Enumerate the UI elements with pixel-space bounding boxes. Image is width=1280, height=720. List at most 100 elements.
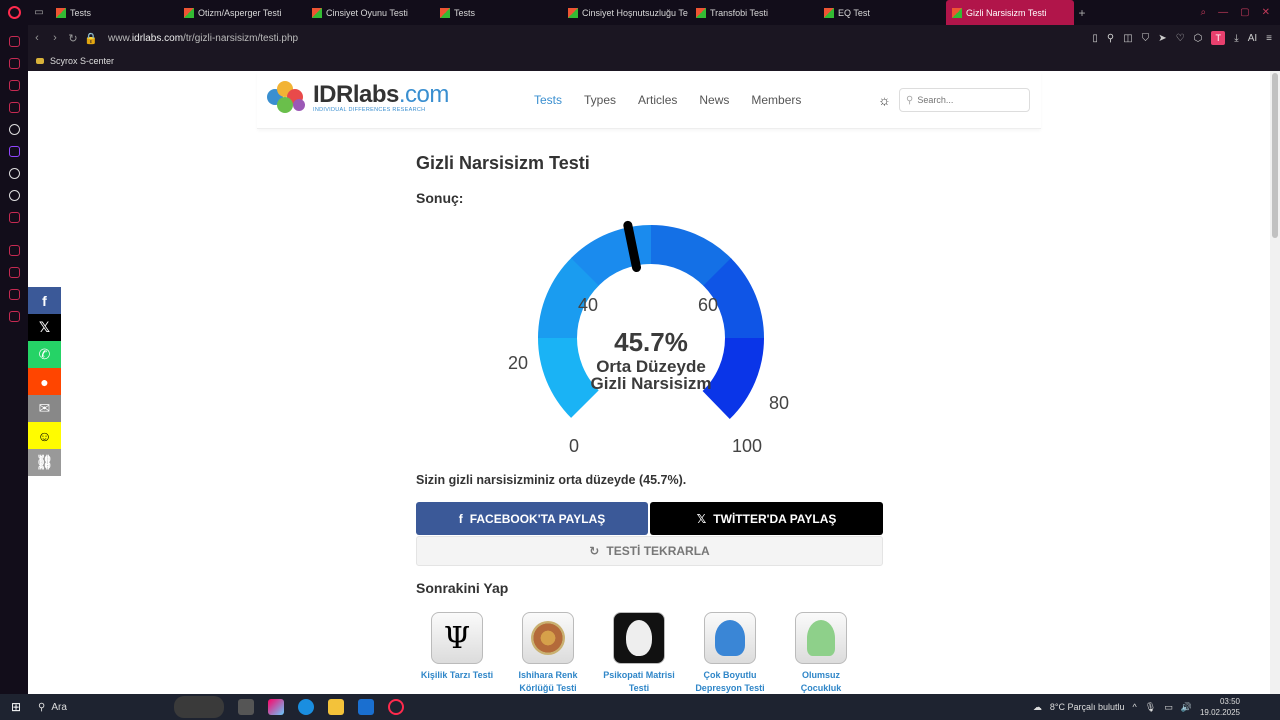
twitch-icon[interactable] [8, 146, 20, 157]
browser-tab[interactable]: Tests [50, 0, 178, 25]
edge-icon[interactable] [298, 699, 314, 715]
task-view-icon[interactable] [238, 699, 254, 715]
logo-wordmark: IDRlabs.com [313, 83, 449, 107]
theme-toggle-sun-icon[interactable]: ☼ [878, 93, 892, 107]
back-icon[interactable]: ‹ [28, 32, 46, 44]
file-explorer-icon[interactable] [328, 699, 344, 715]
search-tabs-icon[interactable]: ⌕ [1201, 7, 1207, 18]
next-test-card[interactable]: Çok Boyutlu Depresyon Testi [689, 612, 771, 694]
url-field[interactable]: www.idrlabs.com/tr/gizli-narsisizm/testi… [108, 33, 298, 44]
next-test-label: Testi [628, 683, 650, 693]
volume-icon[interactable]: 🔊 [1181, 702, 1192, 713]
send-icon[interactable]: ➤ [1158, 33, 1166, 44]
nav-tests[interactable]: Tests [534, 93, 562, 107]
chatgpt-icon[interactable] [8, 124, 20, 135]
snapchat-share-icon[interactable]: ☺ [28, 422, 61, 449]
tray-chevron-icon[interactable]: ^ [1133, 702, 1137, 712]
tab-label: Cinsiyet Hoşnutsuzluğu Te [582, 7, 688, 18]
clock-icon[interactable] [8, 267, 20, 278]
bookmark-item[interactable]: Scyrox S-center [50, 56, 114, 66]
x-share-icon[interactable]: 𝕏 [28, 314, 61, 341]
browser-tab[interactable]: Otizm/Asperger Testi [178, 0, 306, 25]
youtube-icon[interactable] [8, 212, 20, 223]
profile-avatar[interactable]: T [1211, 31, 1226, 45]
next-test-card[interactable]: Ishihara Renk Körlüğü Testi [507, 612, 589, 694]
messenger-icon[interactable] [8, 80, 20, 91]
forward-icon[interactable]: › [46, 32, 64, 44]
share-facebook-button[interactable]: f FACEBOOK'TA PAYLAŞ [416, 502, 648, 535]
aria-icon[interactable] [8, 36, 20, 47]
next-test-card[interactable]: Psikopati Matrisi Testi [598, 612, 680, 694]
browser-tab[interactable]: Transfobi Testi [690, 0, 818, 25]
copilot-icon[interactable] [268, 699, 284, 715]
extensions-icon[interactable]: ⬡ [1194, 33, 1203, 44]
opera-taskbar-icon[interactable] [388, 699, 404, 715]
browser-tab[interactable]: Cinsiyet Hoşnutsuzluğu Te [562, 0, 690, 25]
x-icon[interactable] [8, 190, 20, 201]
page-scrollbar[interactable] [1270, 71, 1280, 694]
ai-button[interactable]: AI [1248, 33, 1257, 44]
search-highlight-image[interactable] [174, 696, 224, 718]
email-share-icon[interactable]: ✉ [28, 395, 61, 422]
copy-link-icon[interactable]: ⛓ [28, 449, 61, 476]
tiktok-icon[interactable] [8, 168, 20, 179]
taskbar-search[interactable]: ⚲ Ara [32, 702, 172, 713]
scrollbar-thumb[interactable] [1272, 73, 1278, 238]
mic-icon[interactable]: 🎙 [1145, 702, 1156, 713]
player-icon[interactable] [8, 102, 20, 113]
opera-logo-icon[interactable] [0, 0, 28, 25]
settings-icon[interactable] [8, 311, 20, 322]
browser-tab[interactable]: EQ Test [818, 0, 946, 25]
browser-tab[interactable]: Cinsiyet Oyunu Testi [306, 0, 434, 25]
pin-icon[interactable]: ⚲ [1107, 33, 1114, 44]
logo-tagline: INDIVIDUAL DIFFERENCES RESEARCH [313, 107, 426, 113]
reddit-share-icon[interactable]: ● [28, 368, 61, 395]
next-test-card[interactable]: Olumsuz Çocukluk [780, 612, 862, 694]
next-test-label: Çok Boyutlu [703, 670, 757, 680]
facebook-share-icon[interactable]: f [28, 287, 61, 314]
whatsapp-share-icon[interactable]: ✆ [28, 341, 61, 368]
share-facebook-label: FACEBOOK'TA PAYLAŞ [469, 511, 606, 526]
retake-test-button[interactable]: ↻ TESTİ TEKRARLA [416, 536, 883, 566]
idrlabs-logo[interactable]: IDRlabs.com INDIVIDUAL DIFFERENCES RESEA… [267, 81, 449, 115]
reload-icon[interactable]: ↻ [64, 32, 82, 45]
shield-icon[interactable]: ⛉ [1142, 33, 1150, 44]
minimize-icon[interactable]: — [1218, 7, 1228, 18]
snapshot-icon[interactable]: ◫ [1123, 33, 1132, 44]
nav-articles[interactable]: Articles [638, 93, 677, 107]
crypto-wallet-icon[interactable] [8, 58, 20, 69]
close-icon[interactable]: ✕ [1262, 7, 1270, 18]
search-icon: ⚲ [906, 94, 914, 106]
browser-tab[interactable]: Tests [434, 0, 562, 25]
chat-icon[interactable] [8, 289, 20, 300]
head-icon [704, 612, 756, 664]
workspaces-icon[interactable]: ▭ [28, 7, 50, 18]
weather-text[interactable]: 8°C Parçalı bulutlu [1050, 702, 1125, 712]
retake-test-label: TESTİ TEKRARLA [606, 544, 710, 558]
logo-suffix: .com [398, 81, 450, 108]
gauge-tick-60: 60 [698, 295, 719, 315]
browser-tab-active[interactable]: Gizli Narsisizm Testi [946, 0, 1074, 25]
search-icon: ⚲ [38, 701, 46, 713]
search-input[interactable] [917, 95, 1018, 105]
history-icon[interactable] [8, 245, 20, 256]
tab-favicon-icon [568, 7, 578, 18]
nav-news[interactable]: News [699, 93, 729, 107]
clock[interactable]: 03:50 19.02.2025 [1200, 696, 1240, 718]
download-icon[interactable]: ⤓ [1234, 33, 1238, 44]
windows-start-icon[interactable]: ⊞ [0, 700, 32, 714]
heart-icon[interactable]: ♡ [1176, 33, 1185, 44]
outlook-icon[interactable] [358, 699, 374, 715]
share-twitter-button[interactable]: 𝕏 TWİTTER'DA PAYLAŞ [650, 502, 883, 535]
next-test-card[interactable]: Ψ Kişilik Tarzı Testi [416, 612, 498, 682]
tab-favicon-icon [440, 7, 450, 18]
maximize-icon[interactable]: ▢ [1240, 7, 1249, 18]
split-view-icon[interactable]: ▯ [1092, 33, 1098, 44]
new-tab-icon[interactable]: + [1074, 6, 1090, 20]
nav-members[interactable]: Members [751, 93, 801, 107]
network-icon[interactable]: ▭ [1164, 702, 1173, 713]
tab-favicon-icon [696, 7, 706, 18]
mask-icon [613, 612, 665, 664]
menu-icon[interactable]: ≡ [1266, 33, 1272, 44]
nav-types[interactable]: Types [584, 93, 616, 107]
